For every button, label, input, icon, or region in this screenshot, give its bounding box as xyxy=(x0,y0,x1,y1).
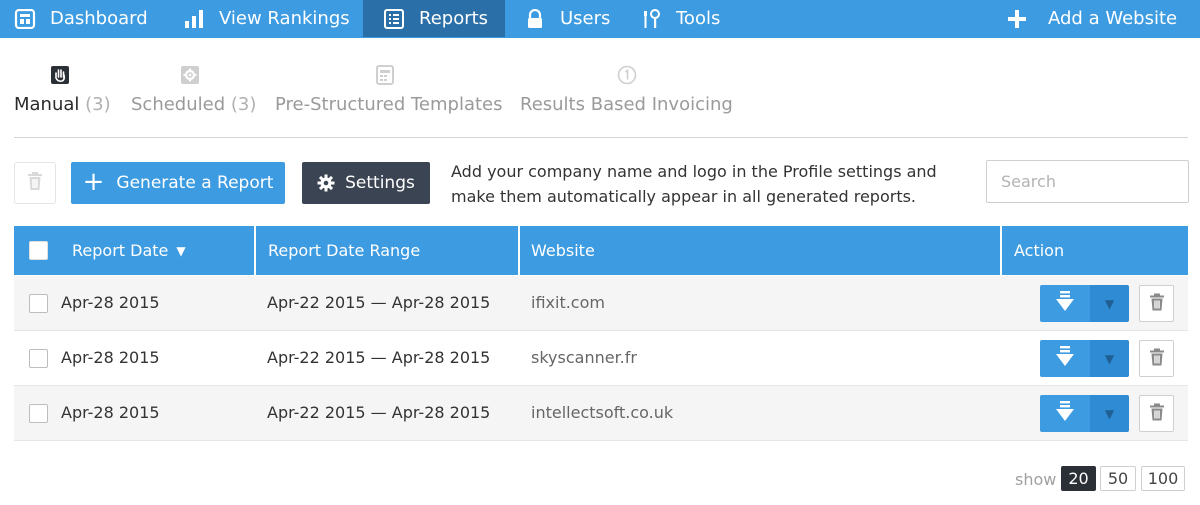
delete-report-button[interactable] xyxy=(1139,285,1174,322)
nav-label-tools: Tools xyxy=(676,8,721,29)
dashboard-icon xyxy=(14,8,36,30)
plus-icon xyxy=(1006,8,1028,30)
tab-results-based-invoicing[interactable]: Results Based Invoicing xyxy=(520,60,735,130)
column-header-action: Action xyxy=(1002,226,1188,275)
date-range-cell: Apr-22 2015 — Apr-28 2015 xyxy=(267,293,491,312)
sort-desc-icon: ▼ xyxy=(176,243,186,258)
table-header: Report Date ▼ Report Date Range Website … xyxy=(14,226,1188,275)
column-header-report-date[interactable]: Report Date ▼ xyxy=(14,226,254,275)
bar-chart-icon xyxy=(183,8,205,30)
nav-item-reports[interactable]: Reports xyxy=(363,0,505,37)
add-website-link[interactable]: Add a Website xyxy=(1006,0,1177,37)
chevron-down-icon: ▼ xyxy=(1104,406,1115,421)
download-button[interactable] xyxy=(1040,340,1090,377)
download-button-group: ▼ xyxy=(1040,340,1129,377)
settings-button[interactable]: Settings xyxy=(302,162,430,204)
page-size-20-button[interactable]: 20 xyxy=(1061,466,1096,491)
nav-label-view-rankings: View Rankings xyxy=(219,8,350,29)
generate-report-label: Generate a Report xyxy=(116,173,274,193)
tools-icon xyxy=(640,8,662,30)
download-button-group: ▼ xyxy=(1040,285,1129,322)
table-row: Apr-28 2015 Apr-22 2015 — Apr-28 2015 if… xyxy=(14,276,1188,331)
column-header-date-range: Report Date Range xyxy=(256,226,518,275)
date-range-cell: Apr-22 2015 — Apr-28 2015 xyxy=(267,403,491,422)
download-button-group: ▼ xyxy=(1040,395,1129,432)
lock-icon xyxy=(524,8,546,30)
delete-report-button[interactable] xyxy=(1139,395,1174,432)
report-list-icon xyxy=(383,8,405,30)
plus-icon: + xyxy=(82,166,105,197)
tab-count: (3) xyxy=(85,94,111,115)
nav-item-dashboard[interactable]: Dashboard xyxy=(14,0,148,37)
column-header-website: Website xyxy=(520,226,1000,275)
tab-scheduled[interactable]: Scheduled (3) xyxy=(131,60,256,130)
row-checkbox[interactable] xyxy=(29,349,48,368)
tab-label: Manual xyxy=(14,94,80,115)
download-options-dropdown[interactable]: ▼ xyxy=(1090,340,1129,377)
generate-report-button[interactable]: + Generate a Report xyxy=(71,162,285,204)
nav-item-users[interactable]: Users xyxy=(524,0,610,37)
template-icon xyxy=(375,65,395,85)
settings-label: Settings xyxy=(345,173,415,193)
profile-info-text: Add your company name and logo in the Pr… xyxy=(451,162,937,206)
table-row: Apr-28 2015 Apr-22 2015 — Apr-28 2015 in… xyxy=(14,386,1188,441)
download-icon xyxy=(1055,400,1075,427)
gear-icon xyxy=(180,65,200,85)
download-options-dropdown[interactable]: ▼ xyxy=(1090,395,1129,432)
tab-label: Results Based Invoicing xyxy=(520,94,733,115)
column-label: Website xyxy=(531,241,595,260)
tab-label: Pre-Structured Templates xyxy=(275,94,503,115)
row-checkbox[interactable] xyxy=(29,294,48,313)
date-range-cell: Apr-22 2015 — Apr-28 2015 xyxy=(267,348,491,367)
nav-label-reports: Reports xyxy=(419,8,489,29)
report-type-tabs: Manual (3) Scheduled (3) Pre-Structured … xyxy=(14,60,1188,138)
nav-label-dashboard: Dashboard xyxy=(50,8,148,29)
delete-report-button[interactable] xyxy=(1139,340,1174,377)
select-all-checkbox[interactable] xyxy=(29,241,48,260)
nav-item-tools[interactable]: Tools xyxy=(640,0,720,37)
download-button[interactable] xyxy=(1040,285,1090,322)
download-options-dropdown[interactable]: ▼ xyxy=(1090,285,1129,322)
add-website-label: Add a Website xyxy=(1048,8,1178,29)
download-icon xyxy=(1055,290,1075,317)
chevron-down-icon: ▼ xyxy=(1104,296,1115,311)
nav-label-users: Users xyxy=(560,8,611,29)
tab-label: Scheduled xyxy=(131,94,226,115)
number-one-icon xyxy=(617,65,637,85)
trash-icon xyxy=(1149,293,1165,315)
table-row: Apr-28 2015 Apr-22 2015 — Apr-28 2015 sk… xyxy=(14,331,1188,386)
search-input[interactable] xyxy=(986,160,1189,203)
bulk-delete-button[interactable] xyxy=(14,162,56,204)
page-size-50-button[interactable]: 50 xyxy=(1100,466,1136,491)
page-size-100-button[interactable]: 100 xyxy=(1141,466,1185,491)
chevron-down-icon: ▼ xyxy=(1104,351,1115,366)
download-icon xyxy=(1055,345,1075,372)
report-date-cell: Apr-28 2015 xyxy=(61,403,160,422)
report-date-cell: Apr-28 2015 xyxy=(61,348,160,367)
hand-icon xyxy=(50,65,70,85)
nav-item-view-rankings[interactable]: View Rankings xyxy=(183,0,350,37)
tab-count: (3) xyxy=(230,94,257,115)
report-date-cell: Apr-28 2015 xyxy=(61,293,160,312)
column-label: Action xyxy=(1014,241,1065,260)
download-button[interactable] xyxy=(1040,395,1090,432)
website-cell: ifixit.com xyxy=(531,293,605,312)
trash-icon xyxy=(26,171,44,195)
top-nav: Dashboard View Rankings Reports Users To… xyxy=(0,0,1200,38)
website-cell: intellectsoft.co.uk xyxy=(531,403,674,422)
page-size-label: show xyxy=(1015,470,1057,489)
trash-icon xyxy=(1149,348,1165,370)
website-cell: skyscanner.fr xyxy=(531,348,637,367)
tab-pre-structured-templates[interactable]: Pre-Structured Templates xyxy=(275,60,505,130)
gear-icon xyxy=(317,174,335,192)
tab-manual[interactable]: Manual (3) xyxy=(14,60,114,130)
row-checkbox[interactable] xyxy=(29,404,48,423)
column-label: Report Date Range xyxy=(268,241,421,260)
column-label: Report Date xyxy=(72,241,169,260)
trash-icon xyxy=(1149,403,1165,425)
